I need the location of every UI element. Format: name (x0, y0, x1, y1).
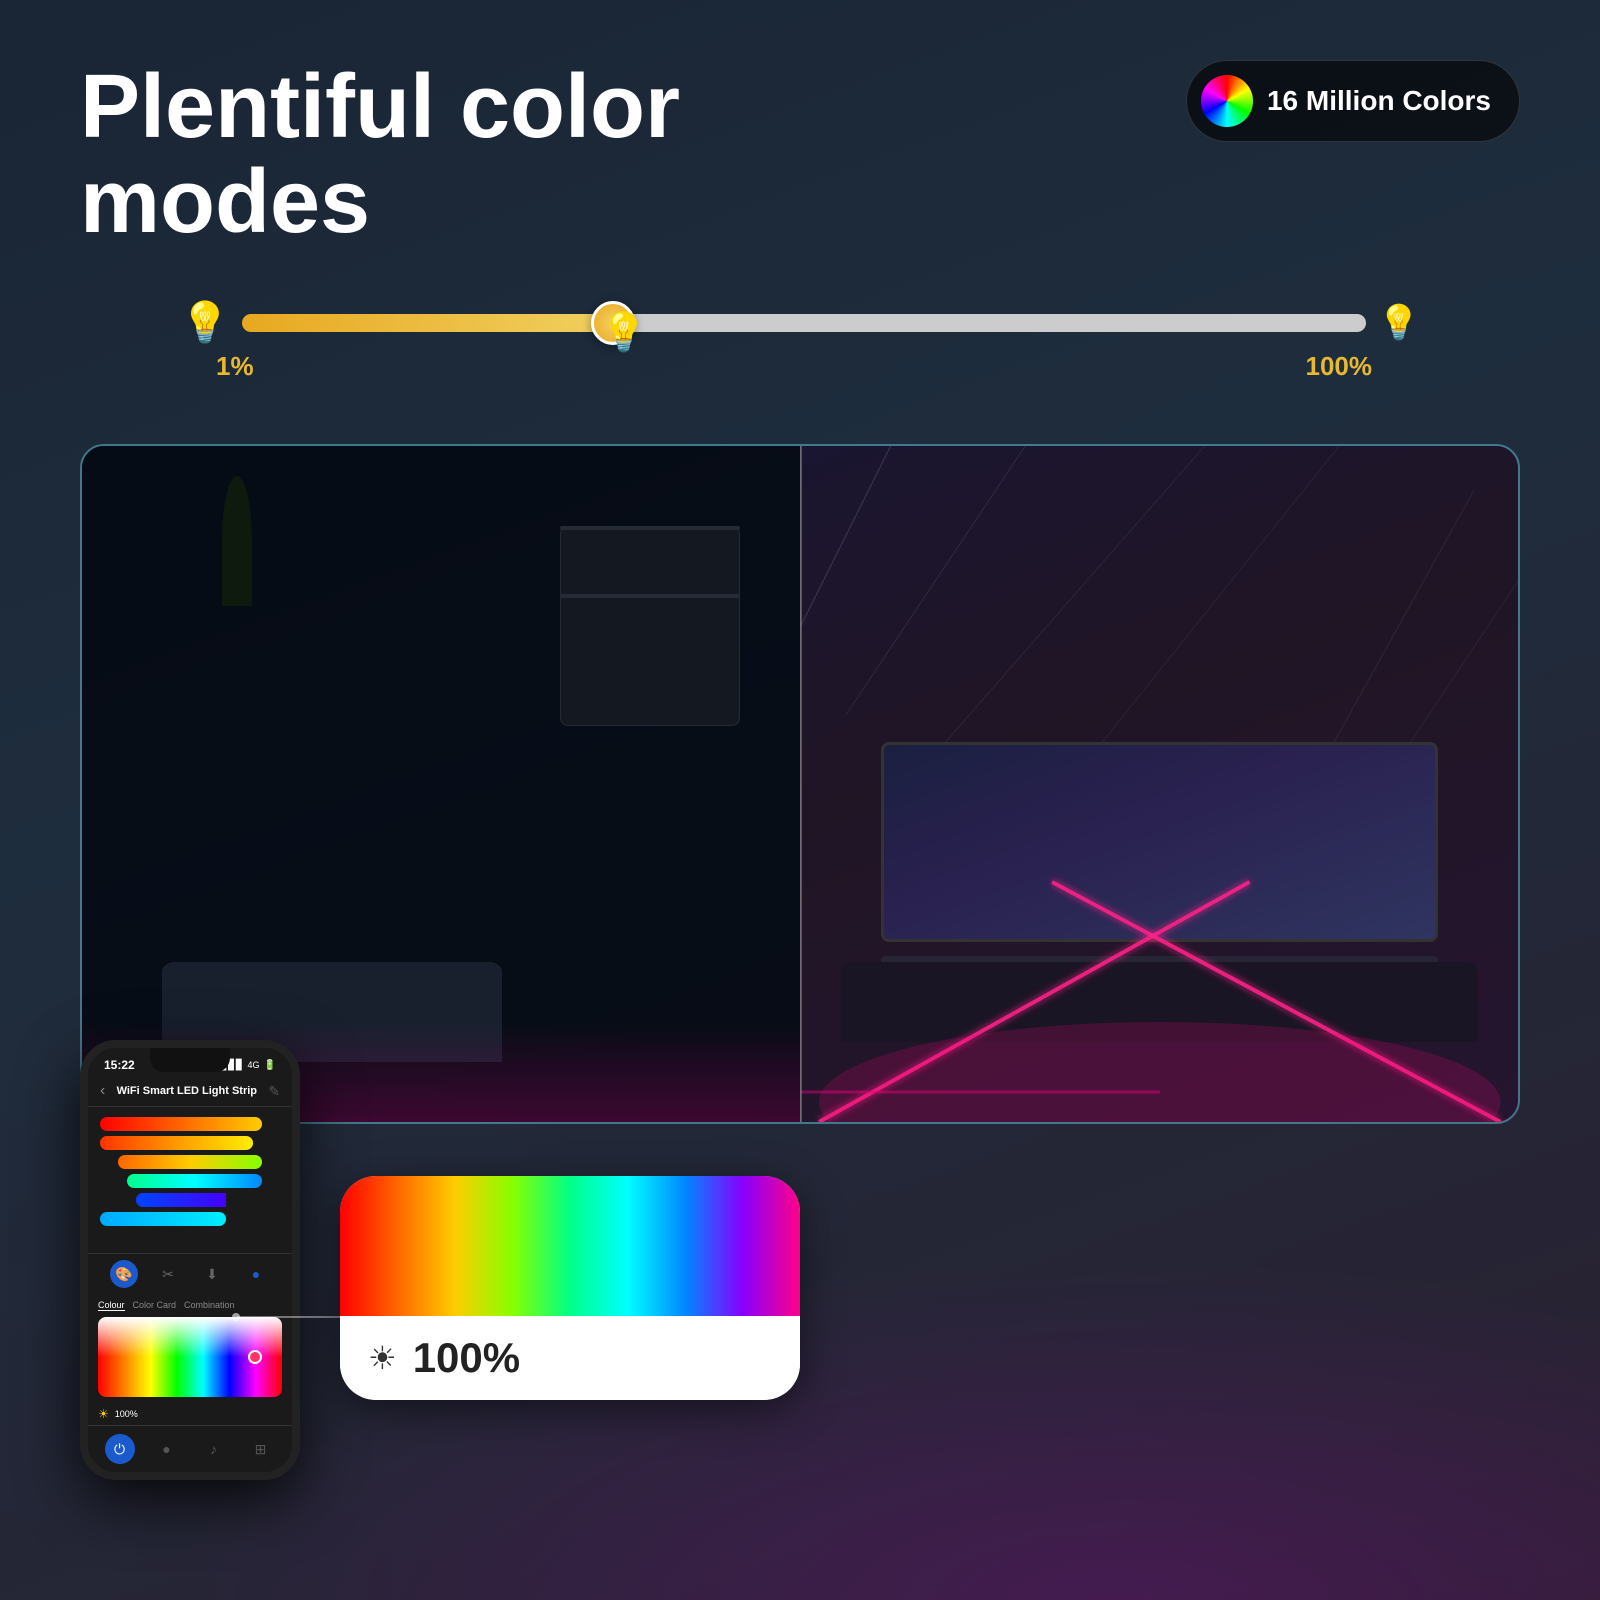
color-card-inner: ☀ 100% (340, 1176, 800, 1400)
bulb-mid-icon: 💡 (600, 311, 647, 355)
bulb-low-icon: 💡 (180, 299, 230, 346)
led-row-5 (136, 1193, 226, 1207)
mode-tab-paint[interactable]: 🎨 (110, 1260, 138, 1288)
phone-nav-bar: ⏻ ● ♪ ⊞ (88, 1425, 292, 1472)
led-row-3 (118, 1155, 262, 1169)
nav-power[interactable]: ⏻ (105, 1434, 135, 1464)
phone-edit-button[interactable]: ✎ (268, 1083, 280, 1100)
connection-dot (232, 1313, 240, 1321)
tab-colour[interactable]: Colour (98, 1300, 125, 1311)
brightness-slider-row: 💡 💡 💡 (180, 299, 1420, 346)
panel-divider (800, 446, 802, 1122)
color-card-brightness-text: 100% (413, 1334, 520, 1382)
color-tabs: Colour Color Card Combination (98, 1300, 282, 1311)
phone-color-section: Colour Color Card Combination (88, 1294, 292, 1403)
room-dark (82, 446, 800, 1122)
phone-brightness-value: 100% (115, 1409, 138, 1419)
shelf-line2 (560, 594, 740, 598)
brightness-section: 💡 💡 💡 1% 100% (80, 299, 1520, 394)
color-card-popup: ☀ 100% (340, 1176, 800, 1400)
color-picker-cursor (248, 1350, 262, 1364)
badge-text: 16 Million Colors (1267, 85, 1491, 117)
brightness-icon: ☀ (98, 1407, 109, 1421)
main-panel (80, 444, 1520, 1124)
led-x-pattern (801, 782, 1519, 1122)
phone-frame: 15:22 ▊▊▊ 4G 🔋 ‹ WiFi Smart LED Light St… (80, 1040, 300, 1480)
led-row-4 (127, 1174, 262, 1188)
tab-color-card[interactable]: Color Card (133, 1300, 177, 1311)
plant-dark (222, 476, 252, 606)
room-lit (800, 446, 1519, 1122)
header: Plentiful color modes 16 Million Colors (80, 60, 1520, 249)
page-wrapper: Plentiful color modes 16 Million Colors … (0, 0, 1600, 1600)
led-strip-visual (100, 1117, 280, 1226)
slider-label-100: 100% (1306, 351, 1373, 382)
nav-white[interactable]: ● (152, 1434, 182, 1464)
brightness-sun-large-icon: ☀ (368, 1339, 397, 1377)
connection-line (237, 1316, 347, 1318)
tab-combination[interactable]: Combination (184, 1300, 235, 1311)
color-picker[interactable] (98, 1317, 282, 1397)
led-row-6 (100, 1212, 226, 1226)
phone-4g-icon: 4G (248, 1060, 260, 1070)
led-row-2 (100, 1136, 253, 1150)
phone-app-header: ‹ WiFi Smart LED Light Strip ✎ (88, 1078, 292, 1107)
phone-mockup-section: 15:22 ▊▊▊ 4G 🔋 ‹ WiFi Smart LED Light St… (80, 1040, 300, 1480)
color-wheel-icon (1201, 75, 1253, 127)
color-card-brightness-row: ☀ 100% (340, 1316, 800, 1400)
phone-screen: 15:22 ▊▊▊ 4G 🔋 ‹ WiFi Smart LED Light St… (88, 1048, 292, 1472)
nav-music[interactable]: ♪ (199, 1434, 229, 1464)
phone-brightness-row: ☀ 100% (88, 1403, 292, 1425)
brightness-slider[interactable]: 💡 (242, 314, 1366, 332)
couch-back-dark (162, 964, 502, 992)
phone-notch (150, 1048, 230, 1072)
slider-label-1: 1% (216, 351, 254, 382)
mode-tab-download[interactable]: ⬇ (198, 1260, 226, 1288)
phone-mode-tabs: 🎨 ✂ ⬇ ● (88, 1253, 292, 1294)
phone-app-title: WiFi Smart LED Light Strip (117, 1085, 257, 1097)
shelf-line (560, 526, 740, 530)
mode-tab-music[interactable]: ✂ (154, 1260, 182, 1288)
bulb-high-icon: 💡 (1378, 303, 1420, 343)
page-title: Plentiful color modes (80, 60, 860, 249)
color-gradient-bar (340, 1176, 800, 1316)
phone-back-button[interactable]: ‹ (100, 1082, 105, 1100)
phone-battery-icon: 🔋 (264, 1060, 276, 1071)
mode-tab-settings[interactable]: ● (242, 1260, 270, 1288)
shelf-dark (560, 526, 740, 726)
nav-grid[interactable]: ⊞ (246, 1434, 276, 1464)
color-badge: 16 Million Colors (1186, 60, 1520, 142)
led-row-1 (100, 1117, 262, 1131)
phone-led-display (88, 1107, 292, 1253)
phone-time: 15:22 (104, 1058, 135, 1072)
